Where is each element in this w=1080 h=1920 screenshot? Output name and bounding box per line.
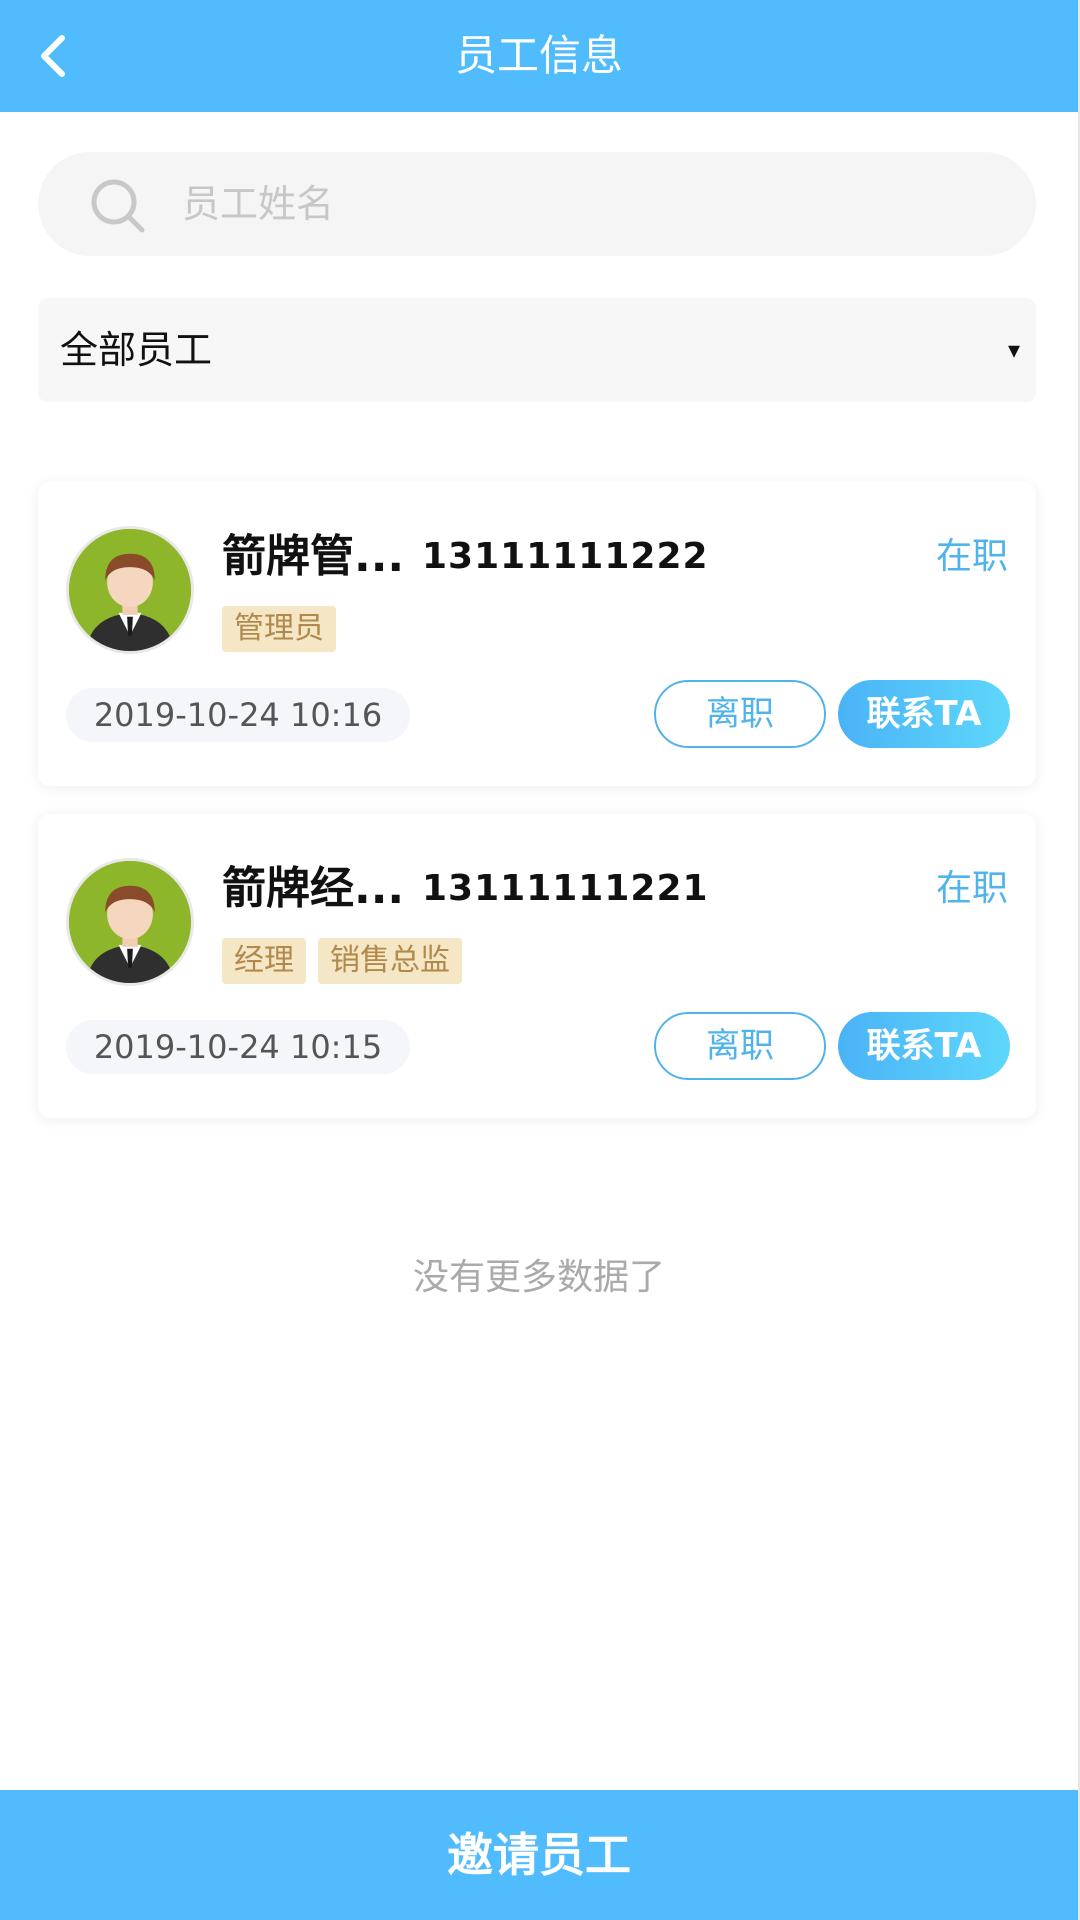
filter-selected-value: 全部员工 (60, 328, 213, 372)
join-date: 2019-10-24 10:15 (66, 1020, 410, 1074)
employee-name: 箭牌经... (222, 863, 405, 914)
role-tags: 管理员 (222, 606, 348, 652)
invite-employee-button[interactable]: 邀请员工 (0, 1790, 1078, 1920)
contact-button[interactable]: 联系TA (838, 680, 1010, 748)
avatar (66, 526, 194, 654)
employment-status: 在职 (935, 536, 1008, 577)
employment-status: 在职 (935, 868, 1008, 909)
search-input[interactable] (182, 168, 1002, 240)
role-tags: 经理 销售总监 (222, 938, 474, 984)
avatar (66, 858, 194, 986)
contact-button[interactable]: 联系TA (838, 1012, 1010, 1080)
list-end-text: 没有更多数据了 (412, 1257, 665, 1298)
search-bar[interactable] (38, 152, 1036, 256)
search-icon (91, 179, 145, 233)
top-nav-bar: 员工信息 (0, 0, 1078, 112)
employee-card[interactable]: 箭牌管... 13111111222 在职 管理员 2019-10-24 10:… (38, 482, 1036, 786)
employee-phone: 13111111221 (422, 868, 709, 909)
employee-filter-select[interactable]: 全部员工 ▾ (38, 298, 1036, 402)
resign-button[interactable]: 离职 (654, 1012, 826, 1080)
role-tag: 销售总监 (318, 938, 462, 984)
avatar-person-icon (69, 529, 191, 651)
role-tag: 管理员 (222, 606, 336, 652)
caret-down-icon: ▾ (1007, 336, 1020, 364)
avatar-person-icon (69, 861, 191, 983)
employee-name: 箭牌管... (222, 531, 405, 582)
join-date: 2019-10-24 10:16 (66, 688, 410, 742)
employee-phone: 13111111222 (422, 536, 709, 577)
resign-button[interactable]: 离职 (654, 680, 826, 748)
employee-card[interactable]: 箭牌经... 13111111221 在职 经理 销售总监 2019-10-24… (38, 814, 1036, 1118)
page-title: 员工信息 (454, 31, 623, 80)
employee-info-page: 员工信息 全部员工 ▾ 箭牌管... 13111111222 在职 (0, 0, 1080, 1920)
role-tag: 经理 (222, 938, 306, 984)
